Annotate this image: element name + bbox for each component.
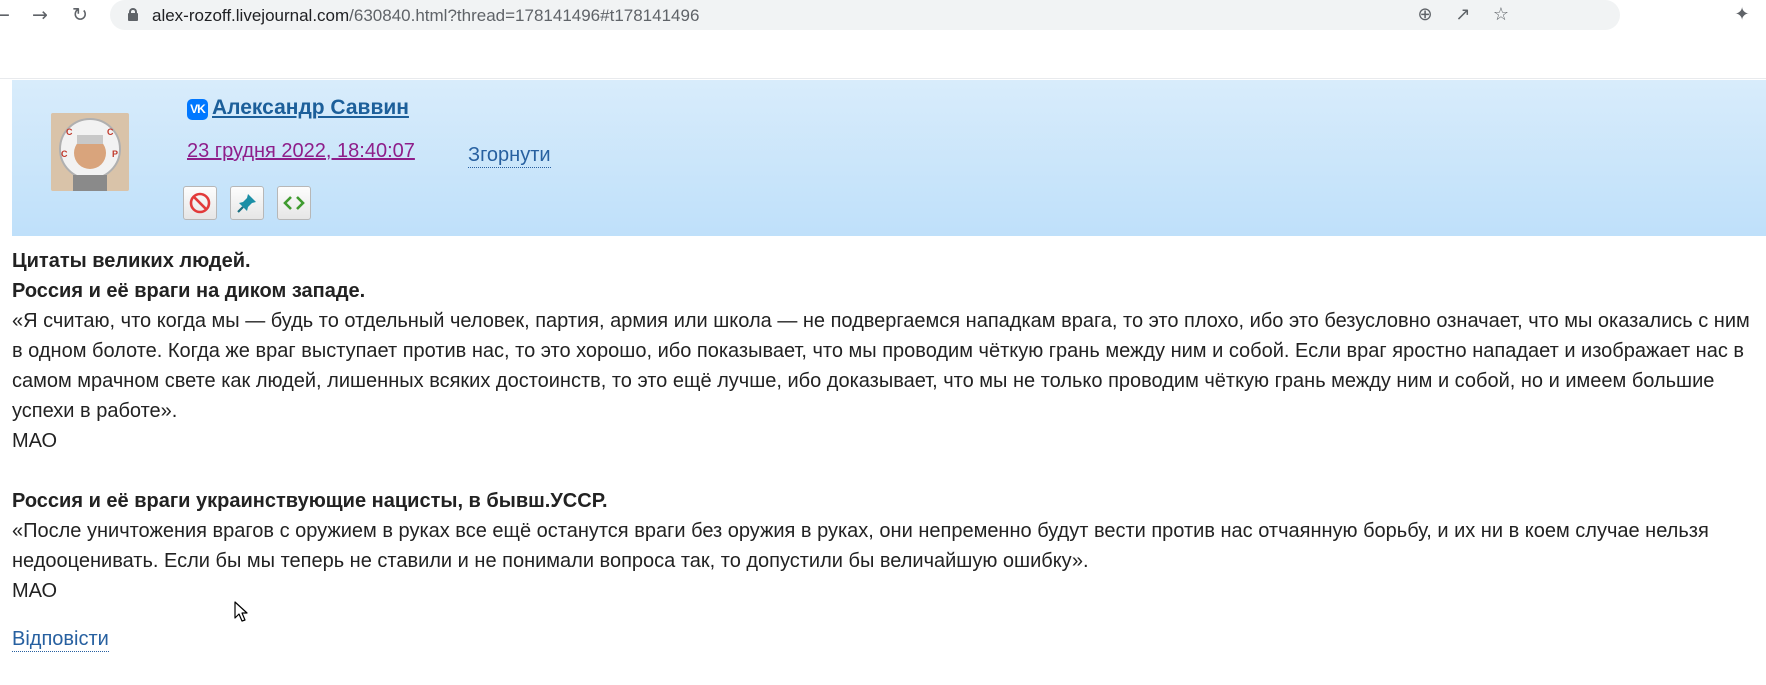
lock-icon[interactable]: [128, 8, 138, 21]
bookmarks-bar: [0, 30, 1766, 79]
browser-toolbar: ← → ↻ alex-rozoff.livejournal.com/630840…: [0, 0, 1766, 30]
address-bar[interactable]: alex-rozoff.livejournal.com/630840.html?…: [110, 0, 1620, 30]
url-text[interactable]: alex-rozoff.livejournal.com/630840.html?…: [152, 6, 699, 26]
quote-heading-3: Россия и её враги украинствующие нацисты…: [12, 490, 608, 512]
forward-icon[interactable]: →: [28, 3, 52, 27]
reply-link[interactable]: Відповісти: [12, 627, 109, 652]
svg-text:С: С: [61, 149, 68, 159]
mouse-cursor-icon: [234, 601, 248, 622]
quote-heading-2: Россия и её враги на диком западе.: [12, 280, 366, 302]
svg-text:С: С: [107, 127, 114, 137]
quote-signature-1: МАО: [12, 430, 58, 452]
block-icon: [189, 192, 211, 214]
vk-icon: VK: [187, 99, 208, 120]
zoom-icon[interactable]: ⊕: [1413, 3, 1437, 27]
share-icon[interactable]: ↗: [1451, 3, 1475, 27]
quote-heading-1: Цитаты великих людей.: [12, 250, 251, 272]
url-path: /630840.html?thread=178141496#t178141496: [349, 6, 700, 25]
code-icon: [283, 196, 305, 210]
reload-icon[interactable]: ↻: [68, 3, 92, 27]
comment-date-link[interactable]: 23 грудня 2022, 18:40:07: [187, 140, 415, 163]
quote-text-2: «После уничтожения врагов с оружием в ру…: [12, 520, 1709, 572]
quote-text-1: «Я считаю, что когда мы — будь то отдель…: [12, 310, 1750, 422]
quote-signature-2: МАО: [12, 580, 58, 602]
star-icon[interactable]: ☆: [1489, 3, 1513, 27]
pin-icon: [237, 194, 256, 213]
pin-button[interactable]: [230, 186, 264, 220]
url-host: alex-rozoff.livejournal.com: [152, 6, 350, 25]
extensions-icon[interactable]: ✦: [1730, 3, 1754, 27]
svg-text:С: С: [66, 127, 73, 137]
author-link[interactable]: Александр Саввин: [212, 96, 409, 120]
back-icon[interactable]: ←: [0, 3, 14, 27]
code-button[interactable]: [277, 186, 311, 220]
comment-body: Цитаты великих людей. Россия и её враги …: [12, 246, 1752, 606]
block-button[interactable]: [183, 186, 217, 220]
svg-text:Р: Р: [112, 149, 118, 159]
collapse-link[interactable]: Згорнути: [468, 143, 551, 168]
avatar[interactable]: С С С Р: [51, 113, 129, 191]
